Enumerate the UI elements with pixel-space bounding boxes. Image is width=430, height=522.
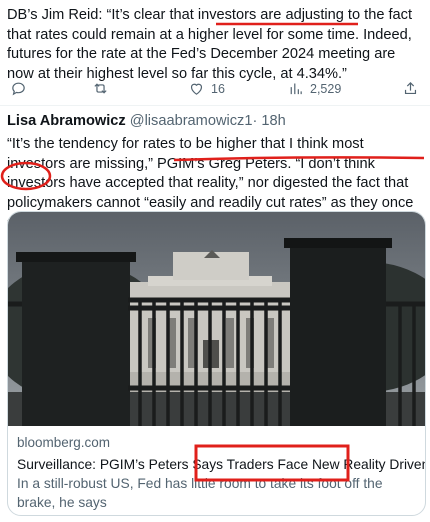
like-count: 16 (211, 81, 225, 96)
tweet-text: DB’s Jim Reid: “It’s clear that investor… (7, 7, 413, 82)
reply-button[interactable] (10, 80, 33, 97)
link-description: In a still-robust US, Fed has little roo… (17, 476, 383, 510)
tweet-divider (0, 105, 430, 106)
bar-chart-icon (290, 83, 302, 95)
link-title: Surveillance: PGIM’s Peters Says Traders… (17, 457, 426, 472)
quoted-tweet-top[interactable]: DB’s Jim Reid: “It’s clear that investor… (7, 0, 425, 84)
retweet-icon (94, 83, 107, 94)
federal-reserve-photo (8, 212, 425, 426)
author-name[interactable]: Lisa Abramowicz (7, 113, 126, 129)
heart-icon (190, 83, 203, 95)
author-handle[interactable]: @lisaabramowicz1 (130, 113, 253, 129)
separator-dot: · (252, 113, 258, 129)
views-button[interactable]: 2,529 (287, 80, 341, 97)
link-domain: bloomberg.com (17, 435, 111, 450)
views-count: 2,529 (310, 81, 342, 96)
share-icon (404, 81, 417, 95)
tweet-header: Lisa Abramowicz @lisaabramowicz1· 18h (7, 111, 425, 131)
tweet-actions-bar: 16 2,529 (0, 80, 430, 100)
link-card[interactable]: bloomberg.com Surveillance: PGIM’s Peter… (7, 211, 426, 516)
retweet-button[interactable] (92, 80, 115, 97)
tweet-timestamp[interactable]: 18h (261, 113, 285, 129)
like-button[interactable]: 16 (188, 80, 225, 97)
link-card-meta: bloomberg.com Surveillance: PGIM’s Peter… (17, 434, 426, 512)
reply-icon (12, 82, 25, 96)
share-button[interactable] (402, 80, 419, 97)
